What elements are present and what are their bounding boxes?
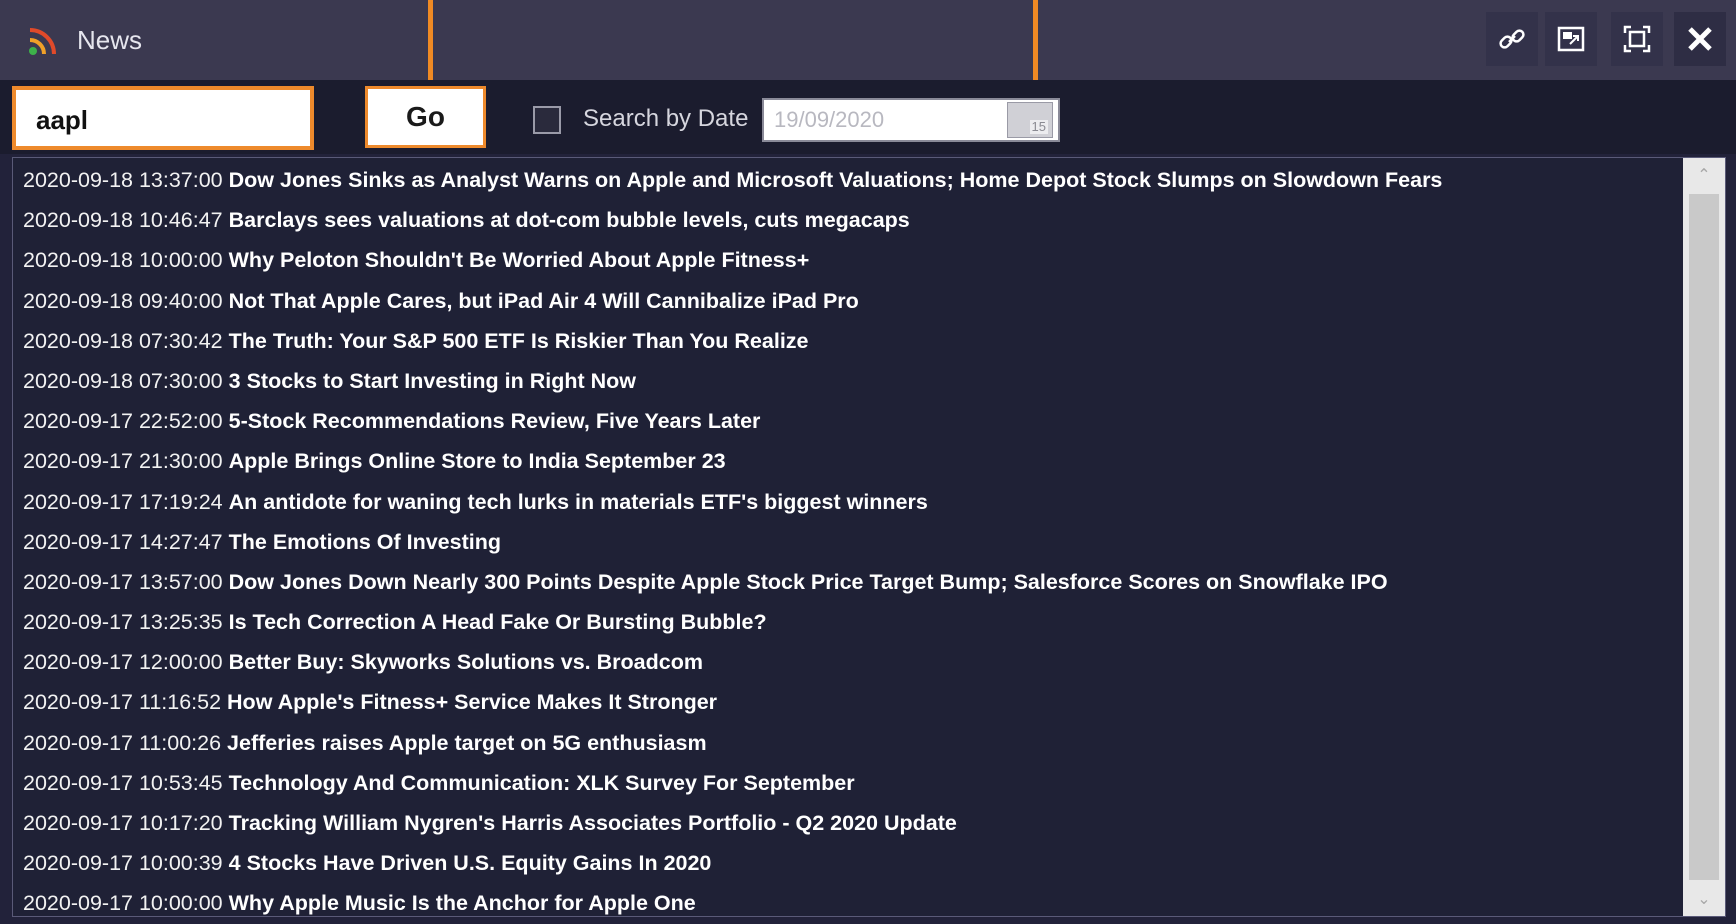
popout-button[interactable]: [1545, 12, 1597, 66]
news-timestamp: 2020-09-17 10:53:45: [23, 770, 223, 795]
popout-icon: [1557, 26, 1585, 52]
news-headline[interactable]: How Apple's Fitness+ Service Makes It St…: [227, 690, 717, 714]
search-input[interactable]: [34, 102, 298, 138]
close-icon: [1688, 27, 1712, 51]
search-by-date-checkbox[interactable]: [533, 106, 561, 134]
news-item[interactable]: 2020-09-17 10:00:39 4 Stocks Have Driven…: [23, 843, 1703, 883]
news-headline[interactable]: Barclays sees valuations at dot-com bubb…: [229, 208, 910, 232]
scrollbar-thumb[interactable]: [1689, 194, 1719, 880]
news-item[interactable]: 2020-09-17 11:00:26 Jefferies raises App…: [23, 723, 1703, 763]
news-timestamp: 2020-09-17 22:52:00: [23, 409, 223, 434]
title-bar: News: [0, 0, 1736, 80]
news-headline[interactable]: 3 Stocks to Start Investing in Right Now: [229, 369, 636, 393]
news-item[interactable]: 2020-09-17 12:00:00 Better Buy: Skyworks…: [23, 642, 1703, 682]
chevron-up-icon: ⌃: [1697, 167, 1711, 184]
news-headline[interactable]: Dow Jones Sinks as Analyst Warns on Appl…: [229, 168, 1443, 192]
news-item[interactable]: 2020-09-17 13:57:00 Dow Jones Down Nearl…: [23, 562, 1703, 602]
news-item[interactable]: 2020-09-18 07:30:42 The Truth: Your S&P …: [23, 321, 1703, 361]
date-value: 19/09/2020: [774, 107, 885, 132]
news-timestamp: 2020-09-18 07:30:42: [23, 328, 223, 353]
news-headline[interactable]: Apple Brings Online Store to India Septe…: [229, 449, 726, 473]
news-headline[interactable]: The Truth: Your S&P 500 ETF Is Riskier T…: [229, 329, 809, 353]
search-box[interactable]: [12, 86, 314, 150]
calendar-icon: 15: [1029, 119, 1048, 134]
news-list[interactable]: 2020-09-18 13:37:00 Dow Jones Sinks as A…: [12, 157, 1726, 917]
link-button[interactable]: [1486, 12, 1538, 66]
news-timestamp: 2020-09-17 11:00:26: [23, 730, 222, 755]
news-timestamp: 2020-09-17 11:16:52: [23, 690, 222, 715]
news-item[interactable]: 2020-09-17 14:27:47 The Emotions Of Inve…: [23, 522, 1703, 562]
news-item[interactable]: 2020-09-17 17:19:24 An antidote for wani…: [23, 482, 1703, 522]
news-item[interactable]: 2020-09-17 21:30:00 Apple Brings Online …: [23, 441, 1703, 481]
news-headline[interactable]: Not That Apple Cares, but iPad Air 4 Wil…: [229, 289, 859, 313]
news-rows: 2020-09-18 13:37:00 Dow Jones Sinks as A…: [23, 160, 1703, 916]
maximize-icon: [1623, 25, 1651, 53]
news-item[interactable]: 2020-09-17 10:53:45 Technology And Commu…: [23, 763, 1703, 803]
news-item[interactable]: 2020-09-17 10:17:20 Tracking William Nyg…: [23, 803, 1703, 843]
news-item[interactable]: 2020-09-18 10:00:00 Why Peloton Shouldn'…: [23, 240, 1703, 280]
news-headline[interactable]: Tracking William Nygren's Harris Associa…: [229, 811, 957, 835]
news-item[interactable]: 2020-09-17 13:25:35 Is Tech Correction A…: [23, 602, 1703, 642]
news-timestamp: 2020-09-17 10:17:20: [23, 811, 223, 835]
calendar-button[interactable]: 15: [1007, 102, 1053, 138]
rss-icon: [29, 28, 56, 55]
news-headline[interactable]: Why Apple Music Is the Anchor for Apple …: [229, 891, 696, 915]
news-item[interactable]: 2020-09-18 09:40:00 Not That Apple Cares…: [23, 281, 1703, 321]
news-headline[interactable]: Technology And Communication: XLK Survey…: [229, 771, 855, 795]
news-timestamp: 2020-09-17 13:57:00: [23, 569, 223, 594]
news-timestamp: 2020-09-18 07:30:00: [23, 368, 223, 393]
scrollbar[interactable]: ⌃ ⌄: [1683, 158, 1725, 916]
close-button[interactable]: [1674, 12, 1726, 66]
news-headline[interactable]: Why Peloton Shouldn't Be Worried About A…: [229, 248, 810, 272]
news-item[interactable]: 2020-09-18 13:37:00 Dow Jones Sinks as A…: [23, 160, 1703, 200]
news-headline[interactable]: Better Buy: Skyworks Solutions vs. Broad…: [229, 650, 703, 674]
news-item[interactable]: 2020-09-17 22:52:00 5-Stock Recommendati…: [23, 401, 1703, 441]
news-timestamp: 2020-09-17 10:00:00: [23, 891, 223, 916]
scroll-up-button[interactable]: ⌃: [1683, 158, 1725, 192]
window-title: News: [77, 25, 143, 55]
annotation-line-go: [428, 0, 433, 84]
news-headline[interactable]: Is Tech Correction A Head Fake Or Bursti…: [229, 610, 767, 634]
news-headline[interactable]: The Emotions Of Investing: [229, 530, 501, 554]
news-item[interactable]: 2020-09-17 10:00:00 Why Apple Music Is t…: [23, 883, 1703, 916]
news-timestamp: 2020-09-17 17:19:24: [23, 489, 223, 514]
chevron-down-icon: ⌄: [1697, 891, 1711, 908]
scroll-down-button[interactable]: ⌄: [1683, 882, 1725, 916]
news-timestamp: 2020-09-17 12:00:00: [23, 650, 223, 675]
news-timestamp: 2020-09-18 13:37:00: [23, 168, 223, 192]
news-timestamp: 2020-09-18 09:40:00: [23, 288, 223, 313]
news-timestamp: 2020-09-17 21:30:00: [23, 449, 223, 474]
news-headline[interactable]: Dow Jones Down Nearly 300 Points Despite…: [229, 570, 1388, 594]
link-icon: [1499, 29, 1525, 49]
news-timestamp: 2020-09-18 10:00:00: [23, 248, 223, 273]
go-button[interactable]: Go: [365, 86, 486, 148]
news-headline[interactable]: 5-Stock Recommendations Review, Five Yea…: [229, 409, 761, 433]
news-timestamp: 2020-09-18 10:46:47: [23, 208, 223, 233]
news-timestamp: 2020-09-17 10:00:39: [23, 851, 223, 876]
news-timestamp: 2020-09-17 13:25:35: [23, 610, 223, 635]
search-by-date-label: Search by Date: [583, 105, 749, 132]
news-item[interactable]: 2020-09-18 10:46:47 Barclays sees valuat…: [23, 200, 1703, 240]
news-timestamp: 2020-09-17 14:27:47: [23, 529, 223, 554]
news-headline[interactable]: An antidote for waning tech lurks in mat…: [229, 490, 928, 514]
news-headline[interactable]: Jefferies raises Apple target on 5G enth…: [227, 731, 707, 755]
news-item[interactable]: 2020-09-17 11:16:52 How Apple's Fitness+…: [23, 682, 1703, 722]
news-item[interactable]: 2020-09-18 07:30:00 3 Stocks to Start In…: [23, 361, 1703, 401]
news-window: News aapl Go Search by Date 19/09/2020 1…: [0, 0, 1736, 924]
news-headline[interactable]: 4 Stocks Have Driven U.S. Equity Gains I…: [229, 851, 712, 875]
maximize-button[interactable]: [1611, 12, 1663, 66]
